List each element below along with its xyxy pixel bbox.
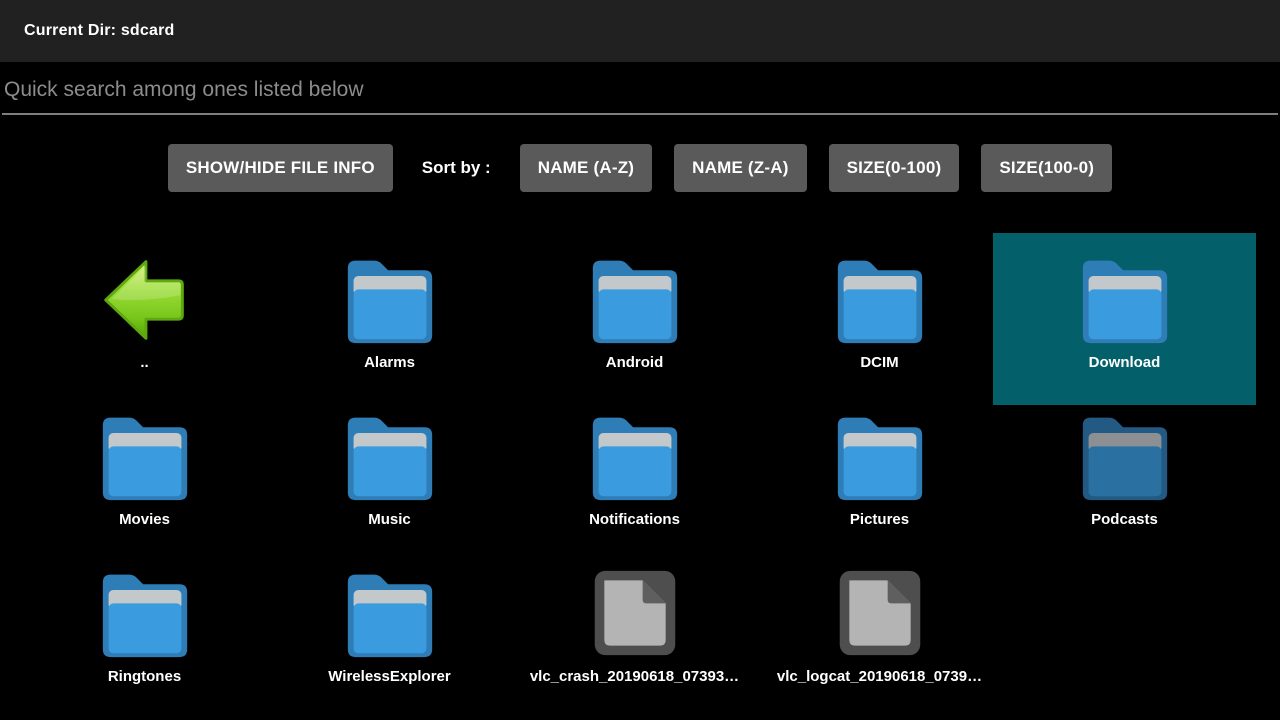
grid-item-label: Movies — [119, 511, 170, 528]
sort-name-za-button[interactable]: NAME (Z-A) — [674, 144, 806, 192]
sort-size-asc-button[interactable]: SIZE(0-100) — [829, 144, 960, 192]
grid-item-label: DCIM — [860, 354, 898, 371]
grid-item-vlc-logcat-20190618-0739[interactable]: vlc_logcat_20190618_0739… — [757, 547, 1002, 704]
folder-icon — [344, 567, 436, 659]
sort-name-az-button[interactable]: NAME (A-Z) — [520, 144, 652, 192]
grid-item-notifications[interactable]: Notifications — [512, 390, 757, 547]
folder-icon — [589, 410, 681, 502]
header-bar: Current Dir: sdcard — [0, 0, 1280, 62]
sort-size-desc-button[interactable]: SIZE(100-0) — [981, 144, 1112, 192]
grid-item-wirelessexplorer[interactable]: WirelessExplorer — [267, 547, 512, 704]
folder-icon — [99, 567, 191, 659]
toolbar: SHOW/HIDE FILE INFO Sort by : NAME (A-Z)… — [0, 144, 1280, 192]
grid-item-label: .. — [140, 354, 148, 371]
back-arrow-icon — [99, 253, 191, 345]
grid-item-vlc-crash-20190618-07393[interactable]: vlc_crash_20190618_07393… — [512, 547, 757, 704]
sort-by-label: Sort by : — [422, 158, 491, 178]
grid-item-label: Music — [368, 511, 411, 528]
grid-item-android[interactable]: Android — [512, 233, 757, 390]
file-icon — [589, 567, 681, 659]
file-grid: .. Alarms Android DCIM Download Movies M… — [22, 233, 1280, 704]
grid-item-label: Pictures — [850, 511, 909, 528]
grid-item-label: Android — [606, 354, 664, 371]
grid-item-download[interactable]: Download — [1002, 233, 1247, 390]
grid-item-ringtones[interactable]: Ringtones — [22, 547, 267, 704]
grid-item-label: Alarms — [364, 354, 415, 371]
folder-icon — [344, 253, 436, 345]
grid-item-label: Podcasts — [1091, 511, 1158, 528]
grid-item-label: Ringtones — [108, 668, 181, 685]
grid-item-label: vlc_crash_20190618_07393… — [530, 668, 739, 685]
folder-icon — [99, 410, 191, 502]
folder-icon — [1079, 410, 1171, 502]
folder-icon — [1079, 253, 1171, 345]
grid-item-pictures[interactable]: Pictures — [757, 390, 1002, 547]
grid-item-movies[interactable]: Movies — [22, 390, 267, 547]
grid-item-alarms[interactable]: Alarms — [267, 233, 512, 390]
grid-item-music[interactable]: Music — [267, 390, 512, 547]
file-icon — [834, 567, 926, 659]
show-hide-file-info-button[interactable]: SHOW/HIDE FILE INFO — [168, 144, 393, 192]
current-dir-title: Current Dir: sdcard — [24, 22, 175, 40]
quick-search-input[interactable] — [2, 73, 1278, 115]
folder-icon — [589, 253, 681, 345]
grid-item-dcim[interactable]: DCIM — [757, 233, 1002, 390]
grid-item-label: vlc_logcat_20190618_0739… — [777, 668, 982, 685]
grid-item-label: WirelessExplorer — [328, 668, 450, 685]
folder-icon — [344, 410, 436, 502]
folder-icon — [834, 253, 926, 345]
grid-item-label: Download — [1089, 354, 1161, 371]
folder-icon — [834, 410, 926, 502]
grid-item-podcasts[interactable]: Podcasts — [1002, 390, 1247, 547]
grid-item-label: Notifications — [589, 511, 680, 528]
grid-item-parent-dir[interactable]: .. — [22, 233, 267, 390]
